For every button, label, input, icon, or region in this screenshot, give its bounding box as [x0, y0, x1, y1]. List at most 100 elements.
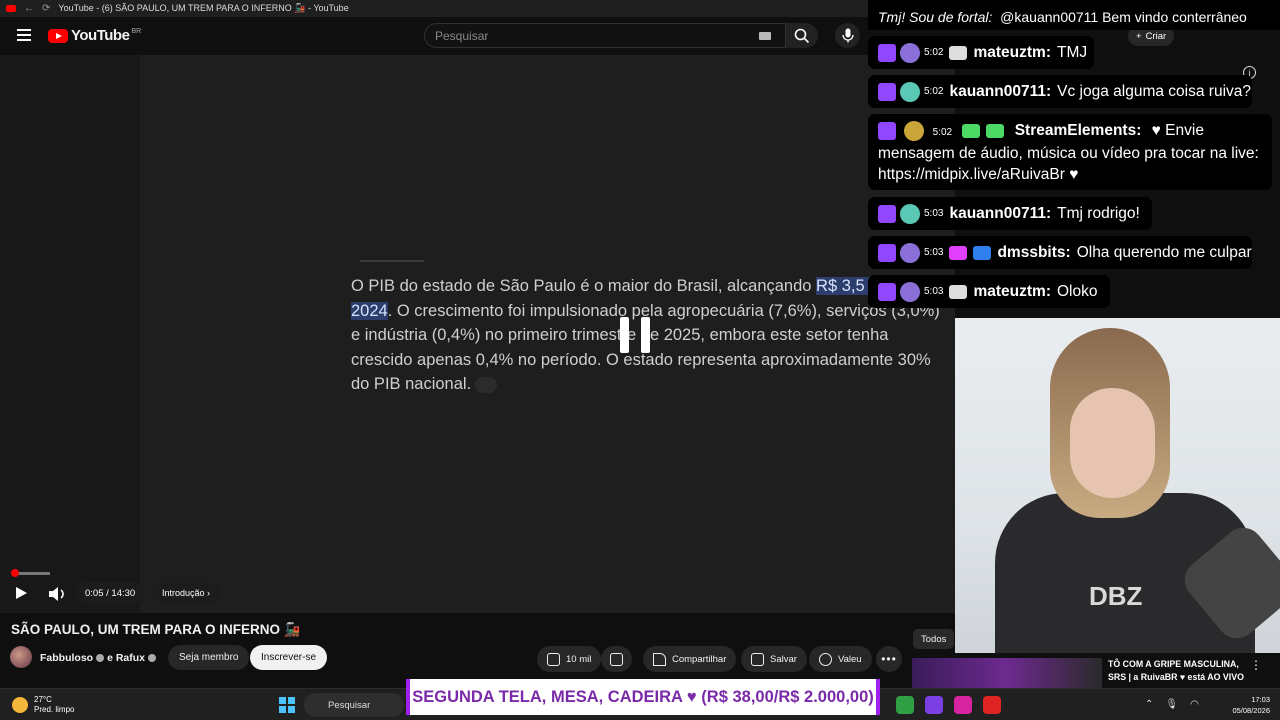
sub-badge-icon: [949, 245, 968, 260]
filter-chip-all[interactable]: Todos: [913, 629, 955, 649]
save-label: Salvar: [770, 653, 797, 665]
channel-name-primary[interactable]: Fabbuloso: [40, 652, 93, 664]
chapter-label: Introdução: [162, 588, 205, 598]
volume-icon[interactable]: [46, 584, 68, 604]
weather-condition: Pred. limpo: [34, 705, 75, 714]
weather-temp: 27°C: [34, 695, 52, 704]
recommended-thumbnail[interactable]: [912, 658, 1102, 690]
windows-start-icon[interactable]: [279, 697, 295, 713]
message-time: 5:03: [924, 286, 944, 297]
youtube-logo[interactable]: YouTube BR: [48, 27, 141, 44]
youtube-app-icon[interactable]: [983, 696, 1001, 714]
chevron-up-icon[interactable]: ⌃: [1145, 699, 1153, 710]
chat-message: 5:03 mateuztm: Oloko: [868, 275, 1110, 308]
video-frame-left: [0, 55, 140, 613]
weather-widget[interactable]: 27°C Pred. limpo: [12, 695, 74, 715]
bits-badge-icon: [973, 245, 992, 260]
voice-search-button[interactable]: [835, 23, 860, 48]
share-icon: [653, 652, 666, 666]
chat-message: 5:02 kauann00711: Vc joga alguma coisa r…: [868, 75, 1252, 108]
time-display: 0:05 / 14:30: [76, 582, 145, 604]
like-button[interactable]: 10 mil: [537, 646, 602, 672]
youtube-header: YouTube BR: [0, 17, 870, 55]
verified-icon: [96, 654, 105, 663]
thumbs-down-icon: [610, 652, 623, 666]
save-button[interactable]: Salvar: [741, 646, 807, 672]
chat-partial-text: @kauann00711 Bem vindo conterrâneo: [1000, 9, 1247, 25]
progress-scrubber[interactable]: [11, 569, 19, 577]
user-avatar: [904, 120, 925, 141]
taskbar-search[interactable]: Pesquisar: [304, 693, 404, 717]
dislike-button[interactable]: [601, 646, 632, 672]
donation-goal-banner: SEGUNDA TELA, MESA, CADEIRA ♥ (R$ 38,00/…: [406, 679, 880, 715]
clock-time: 17:03: [1251, 695, 1270, 704]
user-avatar: [900, 42, 920, 63]
system-tray: ⌃ 🎙︎ ◠: [1145, 699, 1199, 710]
join-button[interactable]: Seja membro: [168, 645, 250, 670]
search-box: [424, 23, 786, 48]
message-user: StreamElements:: [1014, 122, 1142, 139]
channel-avatar[interactable]: [10, 646, 32, 668]
message-text: Tmj rodrigo!: [1057, 204, 1140, 222]
message-text: TMJ: [1056, 43, 1088, 61]
article-highlight-year: 2024: [351, 301, 388, 320]
streamer-webcam: DBZ: [955, 318, 1280, 653]
more-actions-button[interactable]: •••: [876, 646, 902, 672]
message-time: 5:02: [932, 127, 953, 138]
recommended-video[interactable]: TÔ COM A GRIPE MASCULINA, SRS | a RuivaB…: [912, 656, 1280, 690]
user-avatar: [900, 203, 920, 224]
chat-message: 5:03 dmssbits: Olha querendo me culpar: [868, 236, 1252, 269]
twitch-badge-icon: [878, 243, 896, 262]
share-label: Compartilhar: [672, 653, 727, 665]
pause-icon[interactable]: [620, 317, 650, 353]
shirt-print-graphic: DBZ: [1089, 581, 1143, 611]
browser-tab-title: YouTube - (6) SÃO PAULO, UM TREM PARA O …: [58, 3, 349, 13]
instagram-app-icon[interactable]: [954, 696, 972, 714]
chat-message: 5:02 StreamElements: ♥ Envie mensagem de…: [868, 114, 1272, 190]
clock[interactable]: 17:03 05/08/2026: [1222, 694, 1270, 716]
user-avatar: [900, 81, 920, 102]
search-input[interactable]: [425, 24, 745, 47]
weather-icon: [12, 697, 28, 713]
message-time: 5:02: [924, 47, 944, 58]
search-button[interactable]: [786, 23, 818, 48]
keyboard-icon[interactable]: [759, 32, 771, 40]
twitch-app-icon[interactable]: [925, 696, 943, 714]
back-arrow-icon[interactable]: ←: [24, 3, 34, 14]
message-user: dmssbits:: [997, 243, 1071, 261]
xbox-app-icon[interactable]: [896, 696, 914, 714]
message-user: kauann00711:: [949, 204, 1052, 222]
channel-name-collab[interactable]: e Rafux: [107, 652, 145, 664]
thumbs-up-icon: [547, 652, 560, 666]
emote-icon: [949, 45, 968, 60]
wifi-icon[interactable]: ◠: [1190, 699, 1199, 710]
reload-icon[interactable]: ⟳: [42, 3, 50, 14]
chat-message: 5:03 kauann00711: Tmj rodrigo!: [868, 197, 1152, 230]
chat-message-partial: Tmj! Sou de fortal: @kauann00711 Bem vin…: [868, 0, 1280, 30]
user-avatar: [900, 242, 920, 263]
thanks-label: Valeu: [838, 653, 862, 665]
message-text: Olha querendo me culpar: [1076, 243, 1252, 261]
video-player[interactable]: O PIB do estado de São Paulo é o maior d…: [0, 55, 955, 613]
moderator-badge-icon: [962, 123, 981, 138]
twitch-badge-icon: [878, 282, 896, 301]
message-user: mateuztm:: [973, 43, 1051, 61]
play-button[interactable]: [16, 587, 27, 599]
thanks-button[interactable]: Valeu: [809, 646, 872, 672]
menu-icon[interactable]: [17, 29, 31, 41]
clock-date: 05/08/2026: [1232, 706, 1270, 715]
video-title: SÃO PAULO, UM TREM PARA O INFERNO 🚂: [11, 622, 301, 637]
chapter-button[interactable]: Introdução ›: [152, 582, 221, 604]
more-vert-icon[interactable]: ⋮: [1250, 658, 1262, 672]
search-icon: [794, 28, 810, 43]
logo-text: YouTube: [71, 27, 130, 44]
youtube-favicon-icon: [6, 5, 16, 12]
microphone-tray-icon[interactable]: 🎙︎: [1165, 699, 1178, 710]
subscribe-button[interactable]: Inscrever-se: [250, 645, 328, 670]
message-text: Vc joga alguma coisa ruiva?: [1057, 82, 1252, 100]
share-button[interactable]: Compartilhar: [643, 646, 737, 672]
channel-name[interactable]: Fabbuloso e Rafux: [40, 652, 159, 664]
recommended-title[interactable]: TÔ COM A GRIPE MASCULINA, SRS | a RuivaB…: [1108, 658, 1253, 684]
message-user: mateuztm:: [973, 282, 1051, 300]
taskbar-apps: [896, 696, 1001, 714]
